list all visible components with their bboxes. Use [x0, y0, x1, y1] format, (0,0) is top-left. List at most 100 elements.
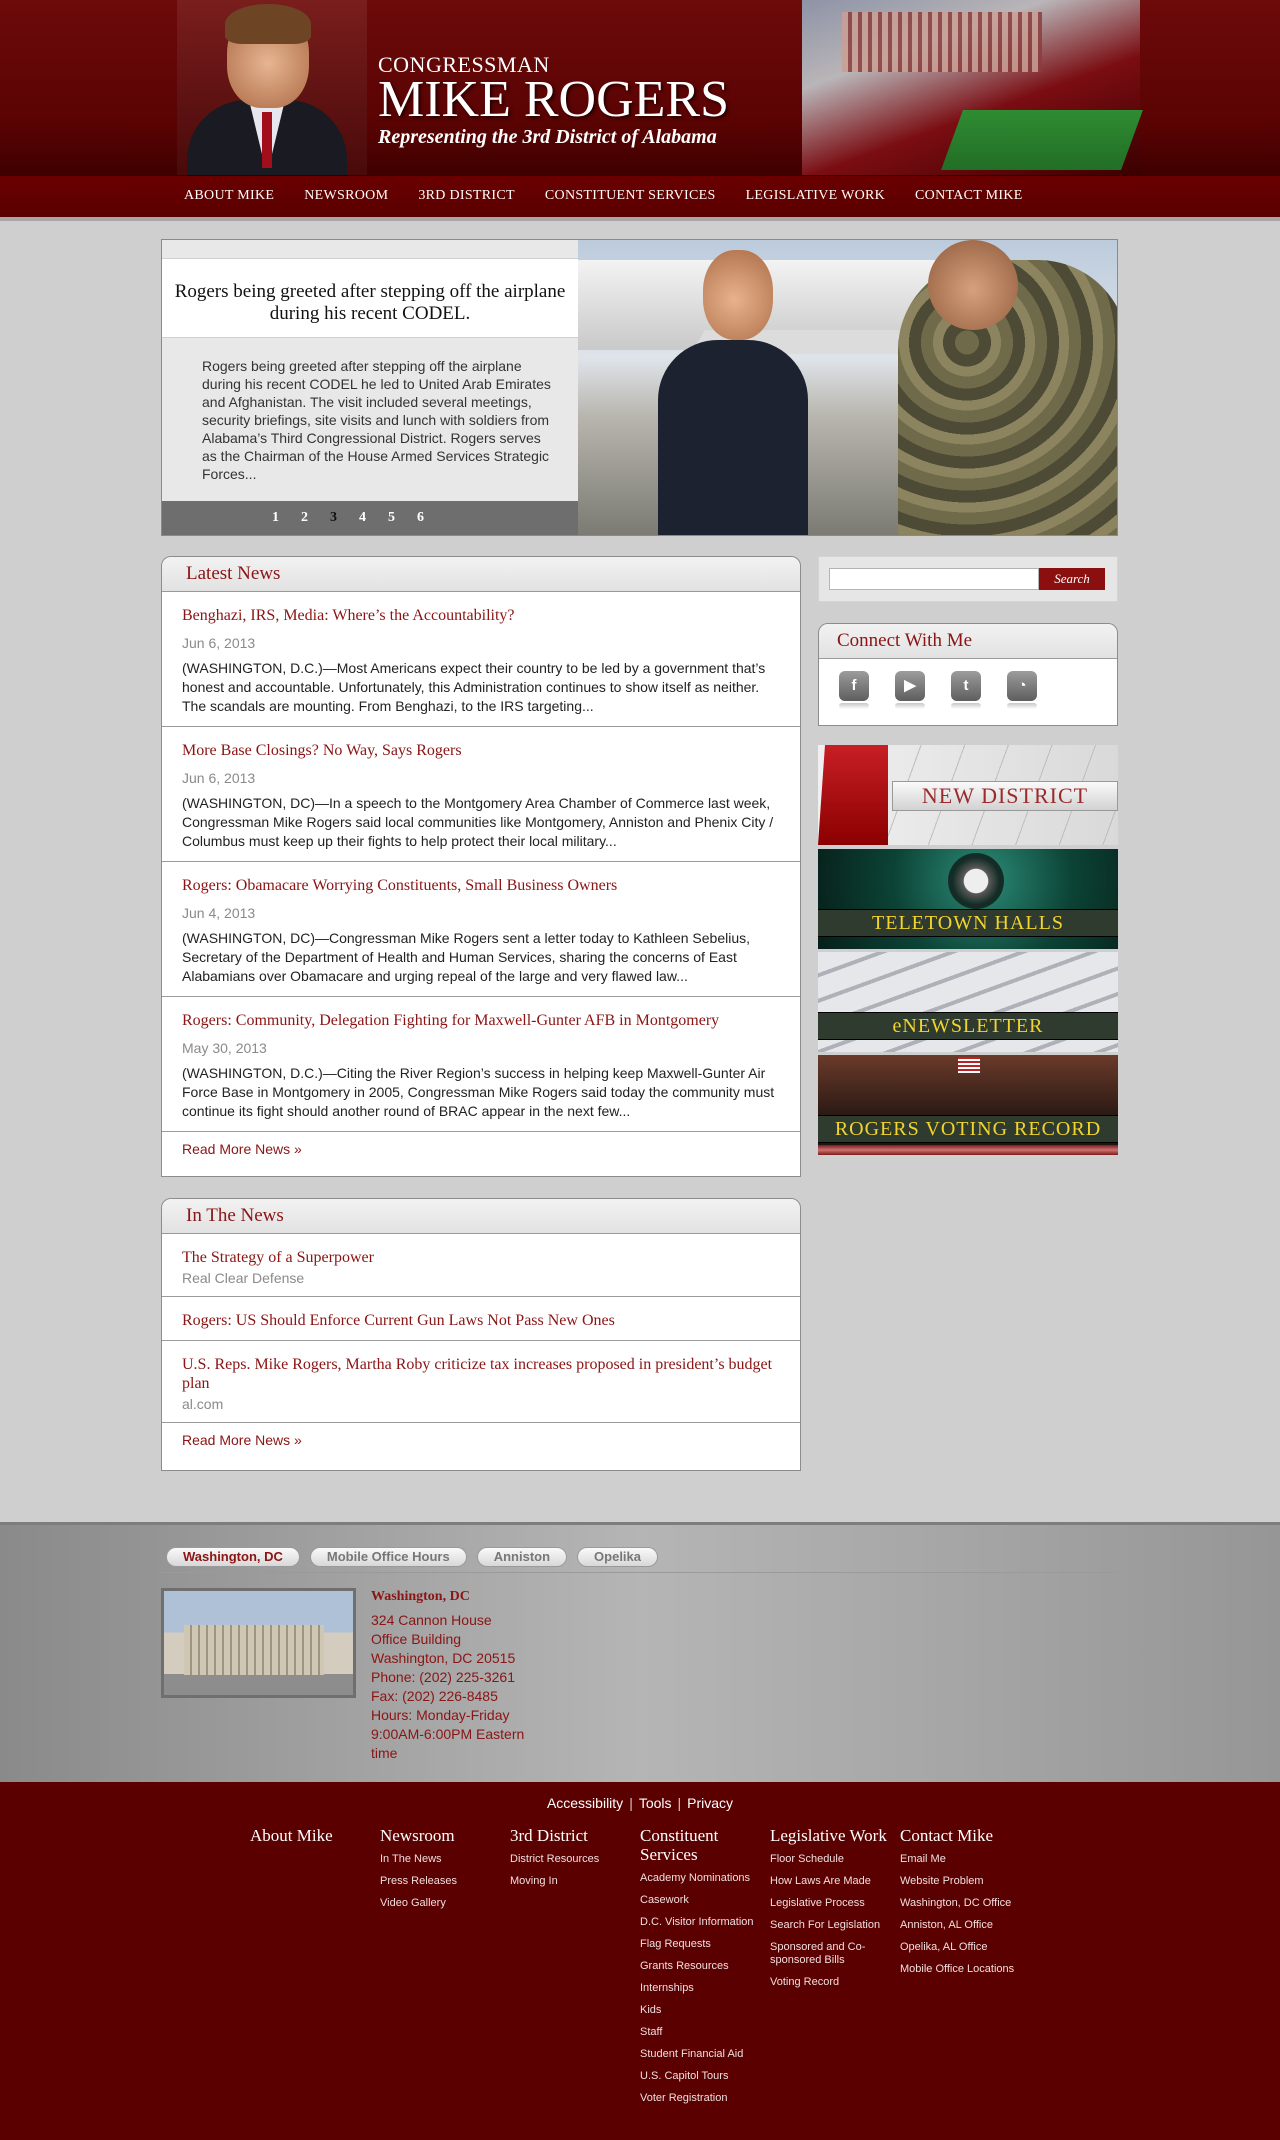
tab-washington-dc[interactable]: Washington, DC — [166, 1547, 300, 1567]
tools-link[interactable]: Tools — [639, 1795, 672, 1811]
slide-title[interactable]: Rogers being greeted after stepping off … — [162, 258, 578, 338]
footer-col-legislative: Legislative Work Floor Schedule How Laws… — [770, 1826, 900, 2114]
footer-heading[interactable]: Newsroom — [380, 1826, 510, 1845]
footer-link[interactable]: Opelika, AL Office — [900, 1941, 1030, 1954]
footer-link[interactable]: Washington, DC Office — [900, 1897, 1030, 1910]
footer-link[interactable]: Staff — [640, 2026, 770, 2039]
footer-link[interactable]: Moving In — [510, 1875, 640, 1888]
slide-text: Rogers being greeted after stepping off … — [202, 358, 551, 482]
footer-link[interactable]: Video Gallery — [380, 1897, 510, 1910]
in-the-news-more-link[interactable]: Read More News » — [162, 1423, 800, 1457]
footer-link[interactable]: Academy Nominations — [640, 1872, 770, 1885]
office-hours: 9:00AM-6:00PM Eastern — [371, 1726, 525, 1742]
voting-record-label: ROGERS VOTING RECORD — [818, 1115, 1118, 1143]
footer-link[interactable]: Floor Schedule — [770, 1853, 900, 1866]
featured-slider: Rogers being greeted after stepping off … — [161, 239, 1118, 536]
search-button[interactable]: Search — [1039, 568, 1105, 590]
pager-2[interactable]: 2 — [301, 510, 308, 526]
teletown-halls-banner[interactable]: TELETOWN HALLS — [818, 849, 1118, 949]
rss-icon[interactable]: ◔ — [1007, 671, 1037, 709]
phone-dial-icon — [948, 853, 1004, 909]
news-date: Jun 6, 2013 — [182, 770, 256, 786]
footer-link[interactable]: Kids — [640, 2004, 770, 2017]
footer-link[interactable]: In The News — [380, 1853, 510, 1866]
slide-photo[interactable] — [578, 240, 1117, 535]
congressman-portrait — [177, 0, 367, 175]
stadium-image — [802, 0, 1143, 175]
nav-constituent-services[interactable]: CONSTITUENT SERVICES — [545, 188, 716, 204]
site-footer: Accessibility | Tools | Privacy About Mike N… — [0, 1782, 1280, 2140]
office-fax: Fax: (202) 226-8485 — [371, 1688, 498, 1704]
footer-link[interactable]: Website Problem — [900, 1875, 1030, 1888]
footer-heading[interactable]: 3rd District — [510, 1826, 640, 1845]
footer-link[interactable]: D.C. Visitor Information — [640, 1916, 770, 1929]
footer-link[interactable]: Voting Record — [770, 1976, 900, 1989]
footer-link[interactable]: Grants Resources — [640, 1960, 770, 1973]
news-title-link[interactable]: More Base Closings? No Way, Says Rogers — [182, 741, 780, 760]
footer-link[interactable]: Flag Requests — [640, 1938, 770, 1951]
news-item: More Base Closings? No Way, Says Rogers … — [162, 727, 800, 862]
footer-link[interactable]: Voter Registration — [640, 2092, 770, 2105]
news-title-link[interactable]: Benghazi, IRS, Media: Where’s the Accoun… — [182, 606, 780, 625]
footer-link[interactable]: U.S. Capitol Tours — [640, 2070, 770, 2083]
tab-anniston[interactable]: Anniston — [476, 1547, 568, 1567]
nav-newsroom[interactable]: NEWSROOM — [304, 188, 388, 204]
list-item: The Strategy of a Superpower Real Clear … — [162, 1234, 800, 1297]
footer-link[interactable]: Legislative Process — [770, 1897, 900, 1910]
tab-mobile-office-hours[interactable]: Mobile Office Hours — [309, 1547, 467, 1567]
search-input[interactable] — [829, 568, 1039, 590]
footer-link[interactable]: Search For Legislation — [770, 1919, 900, 1932]
nav-about-mike[interactable]: ABOUT MIKE — [184, 188, 274, 204]
footer-heading[interactable]: About Mike — [250, 1826, 380, 1845]
in-the-news-heading: In The News — [162, 1199, 800, 1234]
itn-title-link[interactable]: Rogers: US Should Enforce Current Gun La… — [182, 1311, 780, 1330]
footer-link[interactable]: Anniston, AL Office — [900, 1919, 1030, 1932]
footer-link[interactable]: Internships — [640, 1982, 770, 1995]
footer-heading[interactable]: Contact Mike — [900, 1826, 1030, 1845]
news-item: Rogers: Obamacare Worrying Constituents,… — [162, 862, 800, 997]
in-the-news-panel: In The News The Strategy of a Superpower… — [161, 1198, 801, 1471]
latest-news-more-link[interactable]: Read More News » — [162, 1132, 800, 1166]
pager-3[interactable]: 3 — [330, 510, 337, 526]
footer-heading[interactable]: Legislative Work — [770, 1826, 900, 1845]
itn-title-link[interactable]: The Strategy of a Superpower — [182, 1248, 780, 1267]
pager-5[interactable]: 5 — [388, 510, 395, 526]
privacy-link[interactable]: Privacy — [687, 1795, 733, 1811]
pager-4[interactable]: 4 — [359, 510, 366, 526]
latest-news-panel: Latest News Benghazi, IRS, Media: Where’… — [161, 556, 801, 1177]
header-tagline: Representing the 3rd District of Alabama — [378, 126, 717, 148]
main-nav: ABOUT MIKE NEWSROOM 3RD DISTRICT CONSTIT… — [0, 175, 1280, 221]
pager-1[interactable]: 1 — [272, 510, 279, 526]
footer-col-about: About Mike — [250, 1826, 380, 2114]
tab-opelika[interactable]: Opelika — [577, 1547, 658, 1567]
footer-link[interactable]: Sponsored and Co-sponsored Bills — [770, 1941, 900, 1967]
nav-legislative-work[interactable]: LEGISLATIVE WORK — [746, 188, 885, 204]
news-item: Rogers: Community, Delegation Fighting f… — [162, 997, 800, 1132]
footer-link[interactable]: Casework — [640, 1894, 770, 1907]
footer-link[interactable]: District Resources — [510, 1853, 640, 1866]
nav-contact-mike[interactable]: CONTACT MIKE — [915, 188, 1023, 204]
office-phone: Phone: (202) 225-3261 — [371, 1669, 515, 1685]
footer-heading[interactable]: Constituent Services — [640, 1826, 770, 1864]
pager-6[interactable]: 6 — [417, 510, 424, 526]
twitter-icon[interactable]: t — [951, 671, 981, 709]
news-title-link[interactable]: Rogers: Obamacare Worrying Constituents,… — [182, 876, 780, 895]
youtube-icon[interactable]: ▶ — [895, 671, 925, 709]
footer-link[interactable]: Email Me — [900, 1853, 1030, 1866]
new-district-banner[interactable]: NEW DISTRICT — [818, 745, 1118, 845]
footer-link[interactable]: How Laws Are Made — [770, 1875, 900, 1888]
footer-link[interactable]: Student Financial Aid — [640, 2048, 770, 2061]
itn-title-link[interactable]: U.S. Reps. Mike Rogers, Martha Roby crit… — [182, 1355, 780, 1393]
connect-heading: Connect With Me — [819, 624, 1117, 659]
accessibility-link[interactable]: Accessibility — [547, 1795, 623, 1811]
news-title-link[interactable]: Rogers: Community, Delegation Fighting f… — [182, 1011, 780, 1030]
header-name: MIKE ROGERS — [378, 71, 730, 128]
footer-link[interactable]: Press Releases — [380, 1875, 510, 1888]
office-line: 324 Cannon House — [371, 1612, 492, 1628]
facebook-icon[interactable]: f — [839, 671, 869, 709]
nav-3rd-district[interactable]: 3RD DISTRICT — [418, 188, 515, 204]
voting-record-banner[interactable]: ROGERS VOTING RECORD — [818, 1055, 1118, 1155]
enewsletter-banner[interactable]: eNEWSLETTER — [818, 952, 1118, 1052]
enewsletter-label: eNEWSLETTER — [818, 1012, 1118, 1040]
footer-link[interactable]: Mobile Office Locations — [900, 1963, 1030, 1976]
